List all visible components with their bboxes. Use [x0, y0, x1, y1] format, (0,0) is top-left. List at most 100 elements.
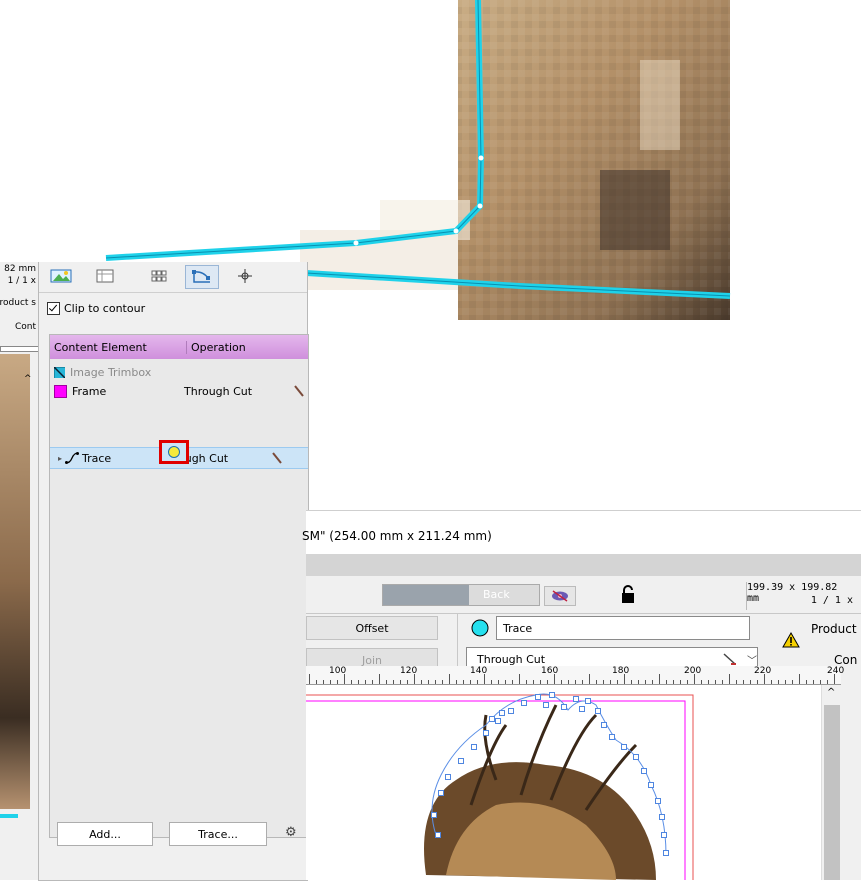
anchor-point[interactable]: [641, 768, 647, 774]
ruler-tick: [813, 680, 814, 684]
tab-grid[interactable]: [143, 265, 175, 287]
col-operation[interactable]: Operation: [187, 341, 246, 354]
ruler-tick: [610, 680, 611, 684]
ruler-tick: [666, 680, 667, 684]
anchor-point[interactable]: [549, 692, 555, 698]
ruler-tick: [400, 680, 401, 684]
preview-toggle[interactable]: [544, 586, 576, 606]
knife-tool-icon[interactable]: [294, 385, 304, 397]
anchor-point[interactable]: [438, 790, 444, 796]
anchor-point[interactable]: [353, 240, 359, 246]
add-button[interactable]: Add...: [57, 822, 153, 846]
offset-button[interactable]: Offset: [306, 616, 438, 640]
ruler-tick: [351, 680, 352, 684]
ruler-tick: [540, 680, 541, 684]
tab-contour[interactable]: [185, 265, 219, 289]
anchor-point[interactable]: [483, 730, 489, 736]
ruler-tick: [533, 680, 534, 684]
ruler-tick: [414, 674, 415, 684]
anchor-point[interactable]: [435, 832, 441, 838]
ruler-tick: [736, 680, 737, 684]
knife-tool-icon[interactable]: [272, 452, 282, 464]
vertical-scrollbar[interactable]: ^: [821, 685, 842, 880]
trace-button[interactable]: Trace...: [169, 822, 267, 846]
ruler-tick: [393, 680, 394, 684]
anchor-point[interactable]: [663, 850, 669, 856]
gear-icon[interactable]: ⚙: [285, 825, 297, 840]
sliver-scale: 1 / 1 x: [7, 276, 36, 286]
ruler-tick: [827, 680, 828, 684]
anchor-point[interactable]: [489, 716, 495, 722]
scale-text: 1 / 1 x: [810, 595, 853, 606]
anchor-point[interactable]: [655, 798, 661, 804]
ruler-tick: [477, 680, 478, 684]
anchor-point[interactable]: [621, 744, 627, 750]
horizontal-ruler: 100 120 140 160 180 200 220 240: [306, 666, 844, 685]
lock-icon[interactable]: [620, 584, 636, 604]
sliver-product: roduct s: [0, 298, 36, 308]
ruler-tick: [358, 680, 359, 684]
anchor-point[interactable]: [661, 832, 667, 838]
warning-icon[interactable]: [782, 632, 800, 648]
anchor-point[interactable]: [609, 734, 615, 740]
anchor-point[interactable]: [585, 698, 591, 704]
anchor-point[interactable]: [453, 228, 459, 234]
ruler-label: 200: [684, 666, 702, 676]
expand-arrow-icon[interactable]: ▸: [58, 454, 62, 463]
ruler-tick: [596, 680, 597, 684]
anchor-point[interactable]: [535, 694, 541, 700]
traced-image-canvas[interactable]: [300, 685, 821, 883]
ruler-tick: [757, 680, 758, 684]
tab-image[interactable]: [45, 265, 77, 287]
ruler-tick: [729, 674, 730, 684]
row-name: Image Trimbox: [70, 365, 152, 379]
anchor-point[interactable]: [595, 708, 601, 714]
clip-to-contour-row[interactable]: Clip to contour: [47, 302, 145, 315]
anchor-point[interactable]: [431, 812, 437, 818]
clip-to-contour-checkbox[interactable]: [47, 302, 60, 315]
tab-registration[interactable]: [229, 265, 261, 287]
anchor-point[interactable]: [458, 758, 464, 764]
ruler-tick: [554, 674, 555, 684]
table-row-image-trimbox[interactable]: Image Trimbox: [50, 363, 308, 381]
ruler-tick: [379, 674, 380, 684]
anchor-point[interactable]: [633, 754, 639, 760]
ruler-label: 220: [754, 666, 772, 676]
anchor-point[interactable]: [601, 722, 607, 728]
tab-layout[interactable]: [89, 265, 121, 287]
anchor-point[interactable]: [477, 203, 483, 209]
anchor-point[interactable]: [573, 696, 579, 702]
panel-tab-bar: [39, 262, 307, 293]
scroll-up-icon[interactable]: ^: [827, 687, 835, 698]
ruler-tick: [309, 674, 310, 684]
highlighted-color-icon-box[interactable]: [159, 440, 189, 464]
back-slider[interactable]: Back: [382, 584, 540, 606]
artboard-canvas[interactable]: [300, 685, 821, 883]
anchor-point[interactable]: [471, 744, 477, 750]
ruler-tick: [645, 680, 646, 684]
ruler-tick: [652, 680, 653, 684]
ruler-tick: [659, 674, 660, 684]
element-name-field[interactable]: Trace: [496, 616, 750, 640]
scroll-up-icon[interactable]: ^: [24, 374, 32, 384]
anchor-point[interactable]: [478, 155, 484, 161]
anchor-point[interactable]: [543, 702, 549, 708]
scrollbar-thumb[interactable]: [824, 705, 840, 880]
anchor-point[interactable]: [659, 814, 665, 820]
cyan-color-indicator-icon[interactable]: [470, 618, 490, 638]
anchor-point[interactable]: [508, 708, 514, 714]
anchor-point[interactable]: [561, 704, 567, 710]
window-title: SM" (254.00 mm x 211.24 mm): [302, 529, 492, 543]
anchor-point[interactable]: [579, 706, 585, 712]
table-row-frame[interactable]: Frame Through Cut: [50, 382, 308, 400]
anchor-point[interactable]: [495, 718, 501, 724]
cont-label: Con: [834, 653, 858, 667]
ruler-tick: [421, 680, 422, 684]
ruler-tick: [708, 680, 709, 684]
anchor-point[interactable]: [521, 700, 527, 706]
anchor-point[interactable]: [648, 782, 654, 788]
anchor-point[interactable]: [445, 774, 451, 780]
anchor-point[interactable]: [499, 710, 505, 716]
ruler-tick: [316, 680, 317, 684]
col-content-element[interactable]: Content Element: [50, 340, 187, 354]
